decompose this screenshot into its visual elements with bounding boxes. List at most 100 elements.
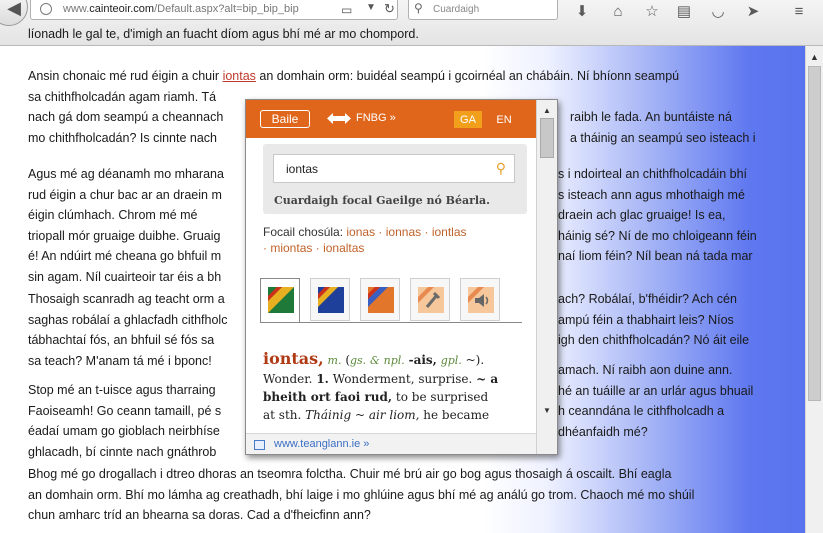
bookmark-star-icon[interactable]: ☆	[640, 0, 664, 22]
home-button[interactable]: Baile	[260, 110, 310, 128]
text-line: é! An ndúirt mé cheana go bhfuil m	[28, 249, 222, 263]
page-scrollbar[interactable]: ▲	[805, 46, 823, 533]
paragraph-1: líonadh le gal te, d'imigh an fuacht dío…	[28, 24, 419, 45]
dictionary-eid-icon	[318, 287, 344, 313]
text-line: triopall mór gruaige duibhe. Gruaig	[28, 228, 221, 243]
bookmarks-list-icon[interactable]: ▤	[672, 0, 696, 22]
text-line: naí liom féin? Níl bean ná tada mar	[558, 249, 753, 263]
popup-scrollbar-thumb[interactable]	[540, 118, 554, 158]
text-line: Agus mé ag déanamh mo mharana	[28, 167, 224, 181]
home-icon[interactable]: ⌂	[606, 0, 630, 22]
tab-fgb[interactable]	[260, 278, 300, 323]
lang-en-button[interactable]: EN	[492, 111, 516, 128]
dictionary-tabs	[260, 278, 522, 323]
text-line: dhéanfaidh mé?	[558, 424, 648, 439]
scroll-down-icon[interactable]: ▼	[543, 406, 551, 415]
popup-search-input[interactable]: iontas ⚲	[273, 154, 515, 183]
search-value: iontas	[286, 162, 319, 176]
paragraph-6: Bhog mé go drogallach i dtreo dhoras an …	[28, 464, 694, 526]
text-line: raibh le fada. An buntáiste ná	[570, 110, 732, 124]
text-line: tábhachtaí fós, an bhfuil sé fós sa	[28, 333, 215, 347]
search-icon: ⚲	[414, 1, 423, 15]
paragraph-5: Stop mé an t-uisce agus tharraing Faoise…	[28, 380, 221, 462]
grammar-tools-icon	[418, 287, 444, 313]
tab-grammar[interactable]	[410, 278, 450, 321]
pronunciation-speaker-icon	[468, 287, 494, 313]
popup-header: Baile FNBG » GA EN	[246, 100, 536, 138]
similar-label: Focail chosúla:	[263, 225, 344, 239]
scrollbar-thumb[interactable]	[808, 66, 821, 401]
paragraph-5-right: amach. Ní raibh aon duine ann. hé an tuá…	[558, 360, 753, 442]
text-line: hé an tuáille ar an urlár agus bhuail	[558, 383, 754, 398]
pocket-icon[interactable]: ◡	[706, 0, 730, 22]
teanglann-link[interactable]: www.teanglann.ie »	[274, 438, 369, 450]
tab-pronunciation[interactable]	[460, 278, 500, 321]
text-line: h ceanndána le cithfholcadh a	[558, 404, 725, 418]
popup-scrollbar[interactable]: ▲ ▼	[536, 100, 557, 454]
text-line: Thosaigh scanradh ag teacht orm a	[28, 292, 225, 306]
tab-eid[interactable]	[310, 278, 350, 321]
search-hint: Cuardaigh focal Gaeilge nó Béarla.	[274, 194, 491, 207]
tabs-divider	[260, 322, 522, 323]
highlighted-word[interactable]: iontas	[223, 69, 256, 83]
search-placeholder: Cuardaigh	[433, 4, 480, 15]
similar-word-link[interactable]: ionas	[346, 225, 375, 239]
text-line: an domhain orm. Bhí mo lámha ag creathad…	[28, 487, 695, 502]
similar-words: Focail chosúla: ionas · ionnas · iontlas…	[263, 225, 467, 255]
similar-word-link[interactable]: miontas	[270, 241, 312, 255]
text-line: chun amharc tríd an bhearna sa doras. Ca…	[28, 508, 371, 522]
download-icon[interactable]: ⬇	[570, 0, 594, 22]
search-bar[interactable]: ⚲ Cuardaigh	[408, 0, 558, 20]
send-icon[interactable]: ➤	[741, 0, 765, 22]
text-line: ampú féin a thabhairt leis? Níos	[558, 312, 734, 327]
text-line: amach. Ní raibh aon duine ann.	[558, 363, 733, 377]
menu-icon[interactable]: ≡	[787, 0, 811, 22]
text-line: sin agam. Níl cuairteoir tar éis a bh	[28, 269, 222, 284]
text-line: ghlacadh, bí cinnte nach gnáthrob	[28, 444, 217, 459]
text-line: a tháinig an seampú seo isteach i	[570, 130, 756, 145]
dictionary-entry: iontas, m. (gs. & npl. -ais, gpl. ~). Wo…	[263, 349, 499, 423]
fnbg-link[interactable]: FNBG »	[356, 112, 396, 124]
text-line: háinig sé? Ní de mo chloigeann féin	[558, 228, 757, 243]
text-line: saghas robálaí a ghlacfadh cithfholc	[28, 312, 228, 327]
text-line: igh den chithfholcadán? Nó áit eile	[558, 333, 750, 347]
dropdown-icon[interactable]: ▼	[366, 2, 376, 13]
window-icon	[254, 440, 265, 450]
popup-footer: www.teanglann.ie »	[246, 433, 536, 454]
scroll-up-icon[interactable]: ▲	[810, 52, 819, 62]
similar-word-link[interactable]: iontlas	[432, 225, 467, 239]
address-bar[interactable]: www.cainteoir.com/Default.aspx?alt=bip_b…	[30, 0, 398, 20]
text-line: Faoiseamh! Go ceann tamaill, pé s	[28, 403, 222, 418]
dictionary-popup: Baile FNBG » GA EN ▲ ▼ iontas ⚲ Cuardaig…	[245, 99, 558, 455]
text-line: Stop mé an t-uisce agus tharraing	[28, 383, 216, 397]
similar-word-link[interactable]: ionaltas	[323, 241, 364, 255]
reload-icon[interactable]: ↻	[384, 1, 395, 17]
fnbg-arrows-icon[interactable]	[326, 111, 352, 126]
dictionary-focloir-icon	[368, 287, 394, 313]
dictionary-fgb-icon	[268, 287, 294, 313]
text-line: éigin clúmhach. Chrom mé mé	[28, 208, 198, 222]
text-line: s i ndoirteal an chithfholcadáin bhí	[558, 167, 748, 181]
tab-focloir[interactable]	[360, 278, 400, 321]
text-line: sa teach? M'anam tá mé i bponc!	[28, 353, 212, 368]
text-line: éadaí umam go gioblach neirbhíse	[28, 424, 220, 438]
scroll-up-icon[interactable]: ▲	[543, 106, 551, 115]
paragraph-2-right: raibh le fada. An buntáiste ná a tháinig…	[570, 107, 756, 148]
text-line: draein ach glac gruaige! Is ea,	[558, 208, 726, 222]
paragraph-3-right: s i ndoirteal an chithfholcadáin bhí s i…	[558, 164, 757, 267]
reader-view-icon[interactable]: ▭	[341, 3, 352, 17]
paragraph-4-right: ach? Robálaí, b'fhéidir? Ach cén ampú fé…	[558, 289, 749, 351]
entry-headword: iontas,	[263, 349, 324, 368]
url-text[interactable]: www.cainteoir.com/Default.aspx?alt=bip_b…	[63, 3, 299, 15]
search-icon[interactable]: ⚲	[496, 160, 506, 177]
text-line: Bhog mé go drogallach i dtreo dhoras an …	[28, 467, 672, 481]
paragraph-3: Agus mé ag déanamh mo mharana rud éigin …	[28, 164, 224, 287]
text-line: rud éigin a chur bac ar an draein m	[28, 187, 222, 202]
similar-word-link[interactable]: ionnas	[386, 225, 421, 239]
text-line: Ansin chonaic mé rud éigin a chuir ionta…	[28, 69, 680, 83]
back-arrow-icon[interactable]: ◀	[0, 0, 28, 26]
popup-search-panel: iontas ⚲ Cuardaigh focal Gaeilge nó Béar…	[263, 144, 527, 214]
lang-ga-button[interactable]: GA	[454, 111, 482, 128]
globe-icon	[40, 3, 52, 15]
text-line: s isteach ann agus mhothaigh mé	[558, 187, 745, 202]
